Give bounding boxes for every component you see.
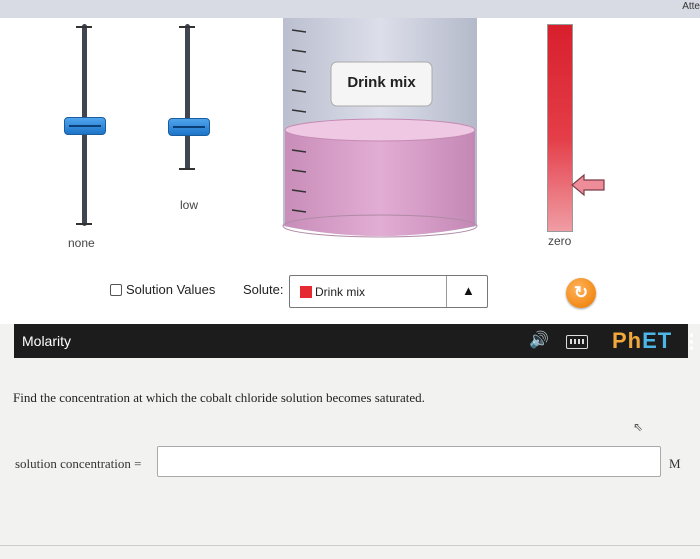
slider-tick	[76, 26, 92, 28]
reset-all-button[interactable]: ↻	[566, 278, 596, 308]
beaker: Drink mix	[279, 18, 481, 244]
solute-amount-min-label: none	[68, 236, 95, 250]
solute-combo-box[interactable]: Drink mix ▲	[289, 275, 488, 308]
sim-title: Molarity	[22, 333, 72, 349]
phet-logo[interactable]: PhET	[612, 328, 672, 354]
vertical-ellipsis-icon[interactable]: ⋮	[682, 331, 700, 354]
combo-divider	[446, 276, 447, 307]
question-text: Find the concentration at which the coba…	[13, 390, 425, 405]
answer-unit: M	[669, 456, 681, 471]
attempt-label: Atte	[682, 1, 700, 12]
mouse-cursor-icon: ⇖	[633, 420, 644, 434]
reset-icon: ↻	[573, 283, 589, 302]
solution-volume-slider-thumb[interactable]	[168, 118, 210, 136]
solution-volume-min-label: low	[180, 198, 199, 212]
solute-amount-slider-thumb[interactable]	[64, 117, 106, 135]
solute-color-swatch	[300, 286, 312, 298]
slider-tick	[179, 26, 195, 28]
concentration-meter-label: zero	[548, 234, 572, 248]
solution-concentration-input[interactable]	[157, 446, 661, 477]
slider-tick	[179, 168, 195, 170]
sound-icon[interactable]: 🔊	[529, 330, 549, 350]
beaker-graphic	[282, 18, 478, 238]
top-bar: Atte	[0, 0, 700, 18]
bottom-divider	[0, 545, 700, 546]
concentration-pointer-arrow-icon[interactable]	[570, 173, 606, 197]
solution-values-label[interactable]: Solution Values	[126, 282, 215, 297]
beaker-label: Drink mix	[347, 74, 416, 91]
keyboard-icon[interactable]	[566, 335, 588, 349]
slider-tick	[76, 223, 92, 225]
concentration-meter-bar	[547, 24, 573, 232]
phet-navbar: Molarity 🔊 PhET ⋮	[14, 324, 700, 358]
solution-values-checkbox[interactable]	[110, 284, 122, 296]
molarity-simulation: none low Drink mix zero Solution Values …	[0, 18, 700, 324]
solution-volume-slider-track[interactable]	[185, 24, 190, 170]
solute-label: Solute:	[243, 282, 284, 297]
answer-label: solution concentration =	[15, 456, 142, 471]
solute-selected-value: Drink mix	[315, 285, 365, 299]
triangle-up-icon[interactable]: ▲	[462, 283, 475, 298]
